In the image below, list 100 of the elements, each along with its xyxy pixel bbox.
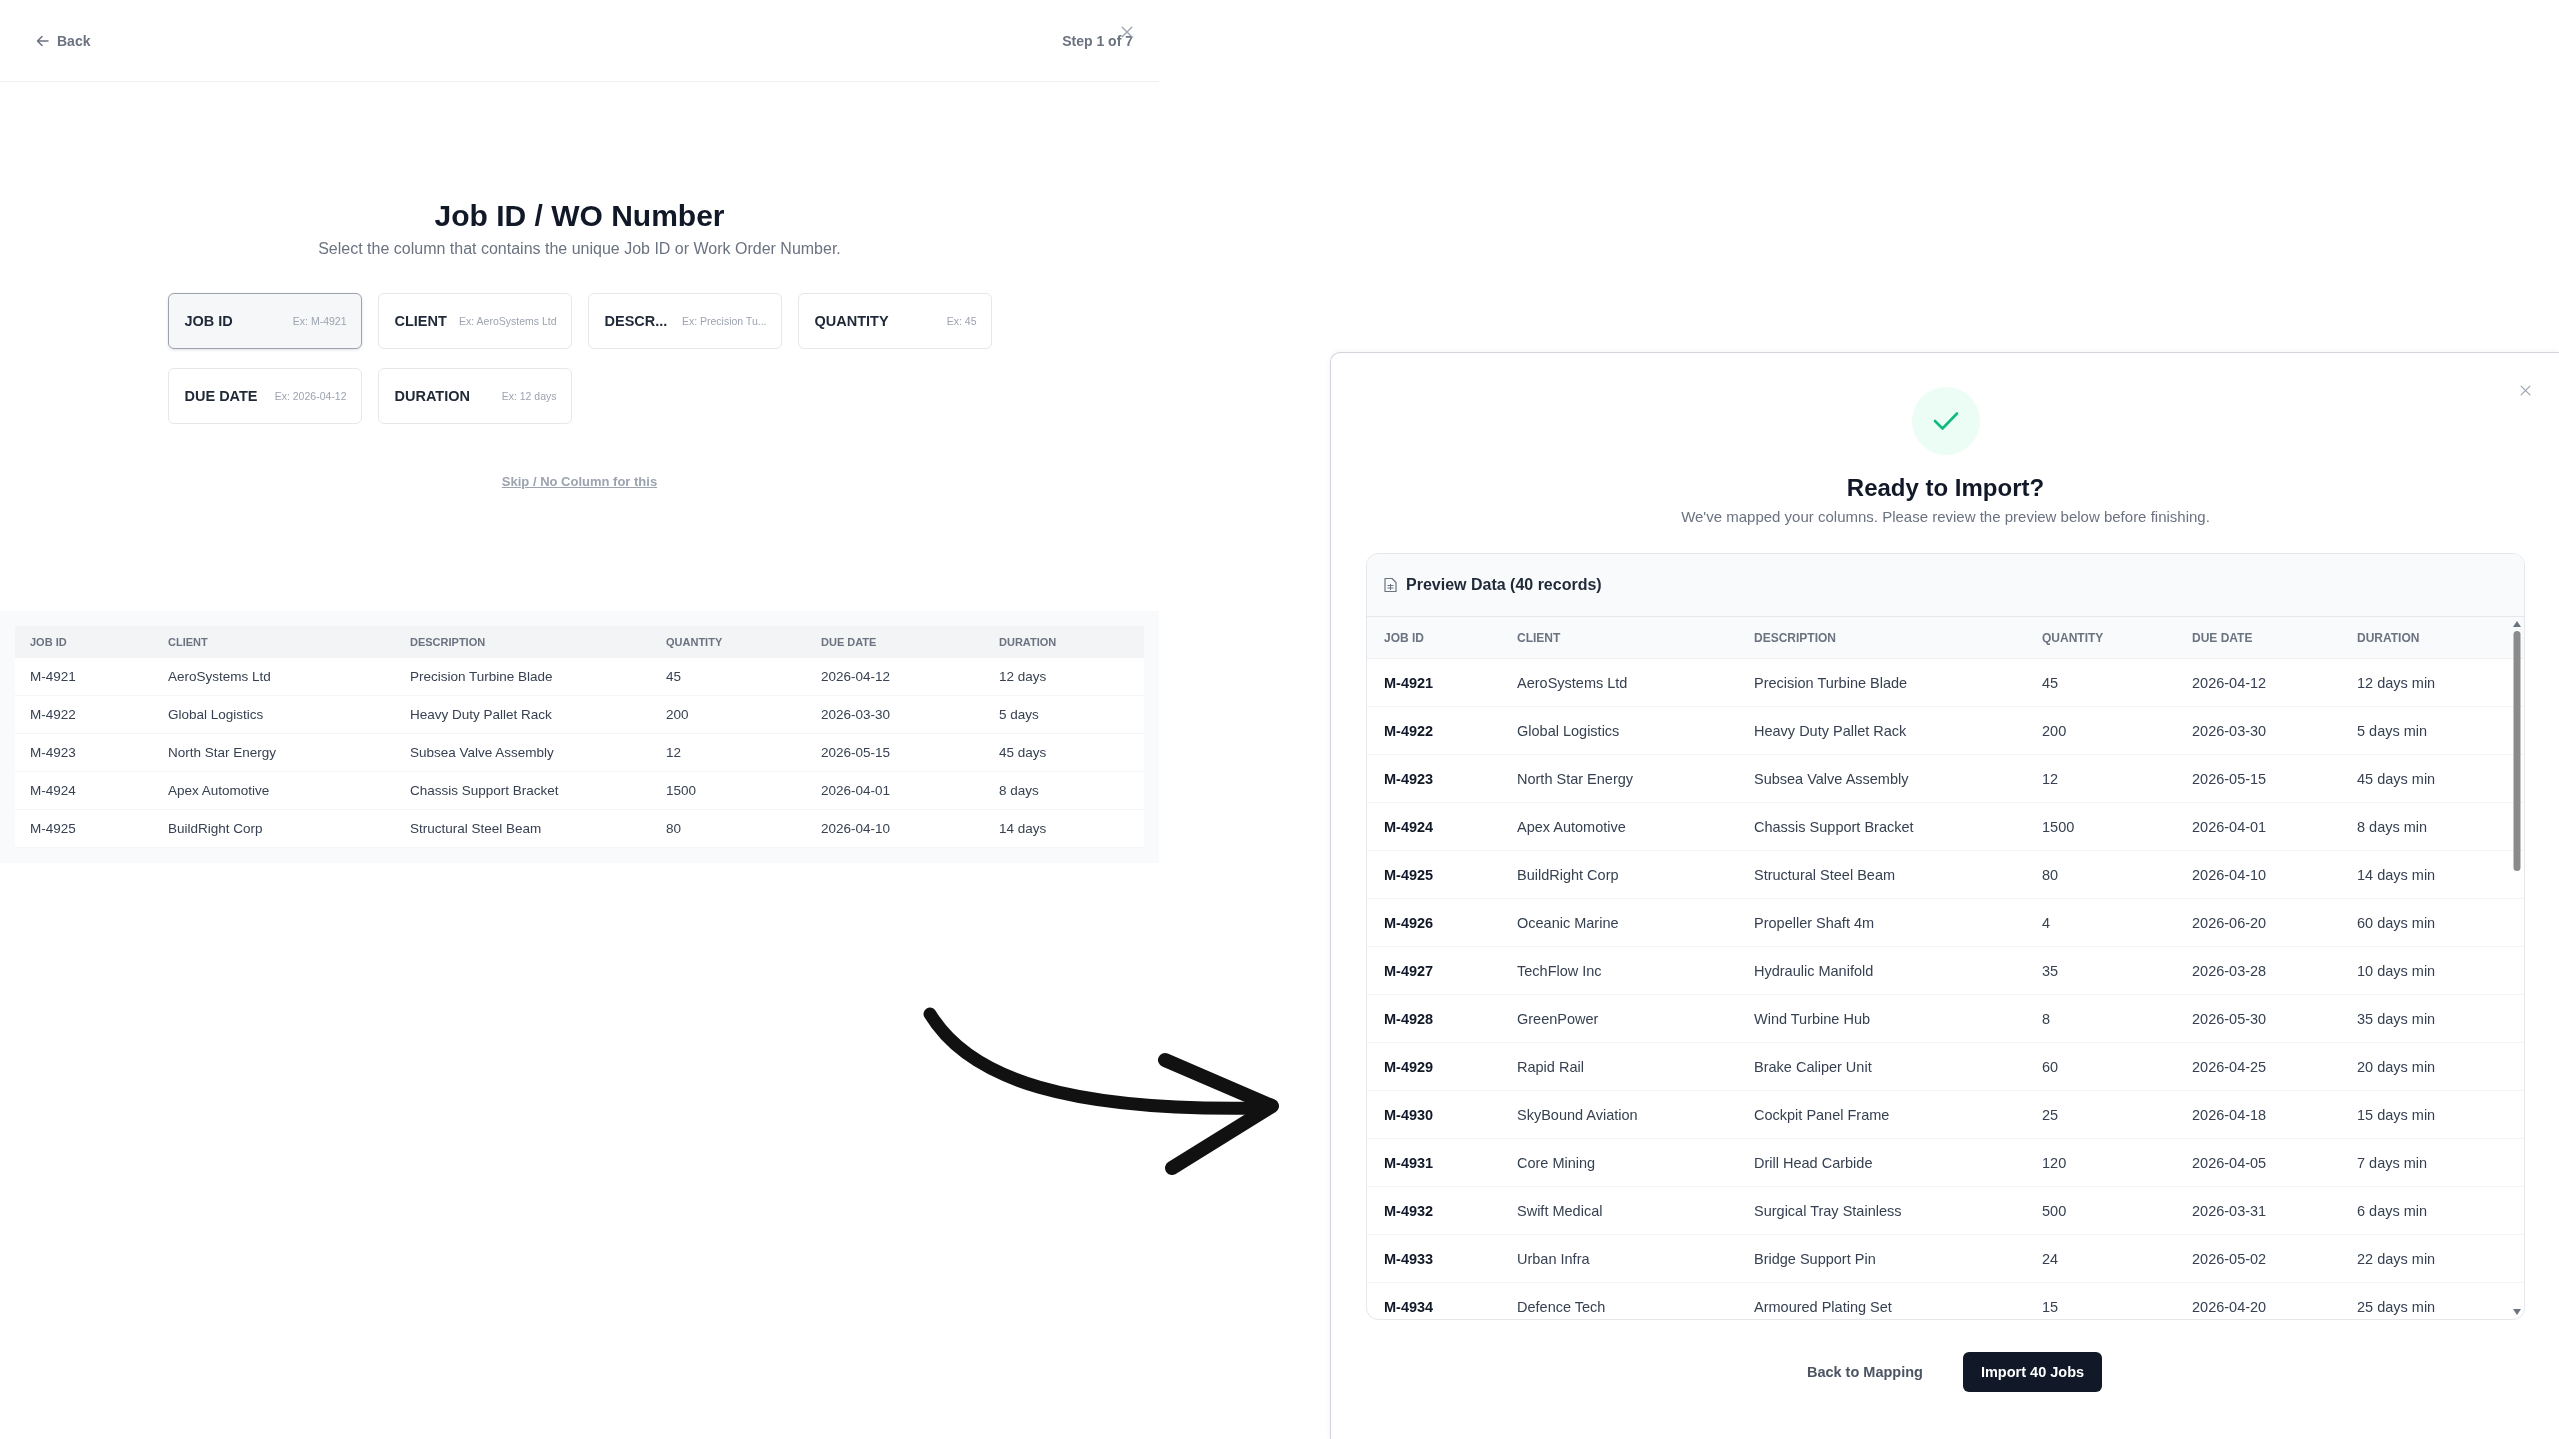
import-button[interactable]: Import 40 Jobs — [1962, 1352, 2103, 1392]
table-cell: Defence Tech — [1500, 1282, 1737, 1319]
column-header: DESCRIPTION — [1737, 617, 2025, 659]
column-option[interactable]: JOB ID Ex: M-4921 — [167, 293, 362, 349]
table-cell: 12 — [2025, 754, 2175, 803]
table-cell: Rapid Rail — [1500, 1042, 1737, 1091]
table-cell: 80 — [651, 809, 806, 848]
table-cell: 2026-05-15 — [806, 733, 984, 772]
table-cell: M-4922 — [15, 695, 153, 734]
table-cell: Bridge Support Pin — [1737, 1234, 2025, 1283]
table-cell: 500 — [2025, 1186, 2175, 1235]
table-cell: 45 days — [984, 733, 1144, 772]
close-icon[interactable] — [1121, 26, 1133, 38]
table-cell: Heavy Duty Pallet Rack — [1737, 706, 2025, 755]
column-header: QUANTITY — [2025, 617, 2175, 659]
table-cell: 20 days min — [2340, 1042, 2524, 1091]
column-header: DUE DATE — [2175, 617, 2340, 659]
table-cell: BuildRight Corp — [153, 809, 395, 848]
table-cell: 80 — [2025, 850, 2175, 899]
table-cell: M-4927 — [1367, 946, 1500, 995]
table-cell: 2026-04-10 — [806, 809, 984, 848]
table-cell: 2026-04-12 — [2175, 658, 2340, 707]
table-cell: M-4932 — [1367, 1186, 1500, 1235]
table-cell: Apex Automotive — [153, 771, 395, 810]
table-cell: 25 — [2025, 1090, 2175, 1139]
table-cell: 2026-03-30 — [2175, 706, 2340, 755]
table-cell: Global Logistics — [1500, 706, 1737, 755]
table-cell: 2026-04-25 — [2175, 1042, 2340, 1091]
table-cell: 2026-03-30 — [806, 695, 984, 734]
table-cell: 60 days min — [2340, 898, 2524, 947]
dialog-title: Ready to Import? — [1846, 474, 2045, 502]
document-icon — [1384, 577, 1397, 593]
page-subtitle: Select the column that contains the unique Job ID or Work Order Number. — [318, 240, 841, 258]
table-cell: Wind Turbine Hub — [1737, 994, 2025, 1043]
table-cell: 2026-04-20 — [2175, 1282, 2340, 1319]
table-cell: M-4923 — [1367, 754, 1500, 803]
table-cell: 2026-04-10 — [2175, 850, 2340, 899]
column-option[interactable]: DURATION Ex: 12 days — [377, 368, 572, 424]
table-cell: M-4930 — [1367, 1090, 1500, 1139]
table-cell: Subsea Valve Assembly — [1737, 754, 2025, 803]
column-option[interactable]: DUE DATE Ex: 2026-04-12 — [167, 368, 362, 424]
checkmark-icon — [1932, 411, 1959, 431]
table-cell: Global Logistics — [153, 695, 395, 734]
table-cell: M-4933 — [1367, 1234, 1500, 1283]
table-cell: North Star Energy — [1500, 754, 1737, 803]
table-cell: 200 — [2025, 706, 2175, 755]
table-cell: Precision Turbine Blade — [1737, 658, 2025, 707]
back-arrow-icon — [36, 34, 49, 47]
table-cell: 2026-05-15 — [2175, 754, 2340, 803]
table-cell: M-4926 — [1367, 898, 1500, 947]
column-option[interactable]: CLIENT Ex: AeroSystems Ltd — [377, 293, 572, 349]
table-cell: 1500 — [2025, 802, 2175, 851]
step-indicator: Step 1 of 7 — [1062, 32, 1133, 49]
table-cell: M-4925 — [15, 809, 153, 848]
table-cell: 35 — [2025, 946, 2175, 995]
table-cell: 45 — [2025, 658, 2175, 707]
column-header: CLIENT — [153, 626, 395, 658]
preview-title: Preview Data (40 records) — [1406, 576, 1602, 594]
table-cell: 8 days — [984, 771, 1144, 810]
table-cell: AeroSystems Ltd — [153, 658, 395, 696]
table-cell: M-4934 — [1367, 1282, 1500, 1319]
table-cell: 2026-05-02 — [2175, 1234, 2340, 1283]
table-cell: TechFlow Inc — [1500, 946, 1737, 995]
table-cell: 120 — [2025, 1138, 2175, 1187]
column-option[interactable]: DESCR... Ex: Precision Tu... — [587, 293, 782, 349]
column-header: DUE DATE — [806, 626, 984, 658]
table-cell: 24 — [2025, 1234, 2175, 1283]
table-cell: M-4931 — [1367, 1138, 1500, 1187]
table-cell: 4 — [2025, 898, 2175, 947]
column-header: CLIENT — [1500, 617, 1737, 659]
table-cell: Propeller Shaft 4m — [1737, 898, 2025, 947]
table-cell: 22 days min — [2340, 1234, 2524, 1283]
table-cell: Oceanic Marine — [1500, 898, 1737, 947]
table-cell: 15 — [2025, 1282, 2175, 1319]
table-cell: 14 days — [984, 809, 1144, 848]
table-cell: 2026-06-20 — [2175, 898, 2340, 947]
column-header: DESCRIPTION — [395, 626, 651, 658]
table-cell: Swift Medical — [1500, 1186, 1737, 1235]
column-header: JOB ID — [1367, 617, 1500, 659]
table-cell: 2026-05-30 — [2175, 994, 2340, 1043]
table-cell: M-4923 — [15, 733, 153, 772]
column-header: JOB ID — [15, 626, 153, 658]
table-cell: Precision Turbine Blade — [395, 658, 651, 696]
table-cell: BuildRight Corp — [1500, 850, 1737, 899]
table-cell: 35 days min — [2340, 994, 2524, 1043]
page-title: Job ID / WO Number — [434, 198, 725, 234]
back-button[interactable]: Back — [36, 32, 91, 49]
table-cell: 8 — [2025, 994, 2175, 1043]
table-cell: 1500 — [651, 771, 806, 810]
table-cell: Structural Steel Beam — [395, 809, 651, 848]
table-cell: Heavy Duty Pallet Rack — [395, 695, 651, 734]
table-cell: M-4924 — [15, 771, 153, 810]
table-cell: M-4929 — [1367, 1042, 1500, 1091]
close-icon[interactable] — [2520, 385, 2531, 396]
table-cell: 15 days min — [2340, 1090, 2524, 1139]
column-option[interactable]: QUANTITY Ex: 45 — [797, 293, 992, 349]
table-cell: Cockpit Panel Frame — [1737, 1090, 2025, 1139]
table-cell: M-4922 — [1367, 706, 1500, 755]
table-cell: 2026-04-12 — [806, 658, 984, 696]
table-cell: M-4924 — [1367, 802, 1500, 851]
